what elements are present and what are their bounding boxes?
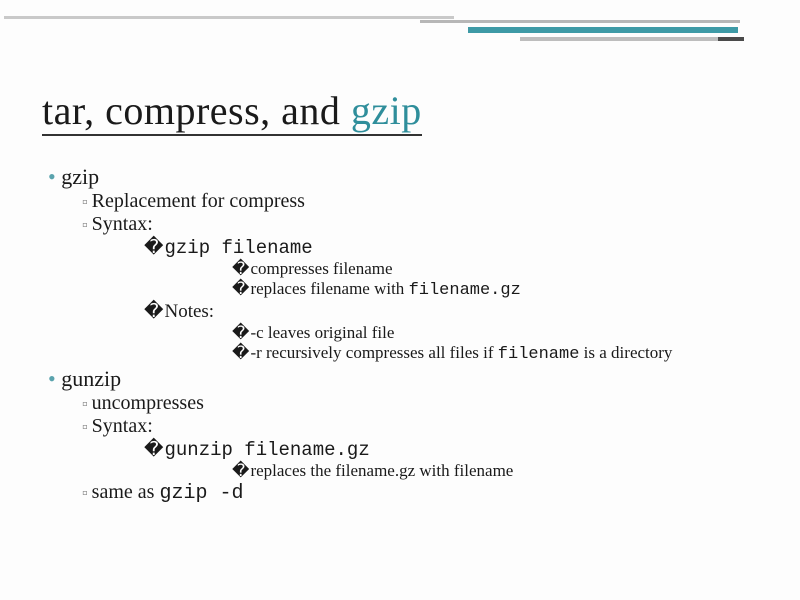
title-plain: tar, compress, and — [42, 88, 351, 133]
text: -r recursively compresses all files if — [250, 343, 497, 362]
note-r: -r recursively compresses all files if f… — [232, 343, 760, 364]
note-c: -c leaves original file — [232, 323, 760, 343]
gzip-syntax: Syntax: gzip filename compresses filenam… — [82, 213, 760, 364]
gzip-heading: gzip — [61, 164, 99, 189]
gzip-cmd: gzip filename compresses filename replac… — [144, 236, 760, 300]
text: replaces filename with — [250, 279, 408, 298]
slide-content: tar, compress, and gzip gzip Replacement… — [42, 90, 760, 507]
gunzip-cmd: gunzip filename.gz replaces the filename… — [144, 438, 760, 481]
decor-stripe — [520, 37, 738, 41]
gzip-cmd-detail: replaces filename with filename.gz — [232, 279, 760, 300]
text: same as — [92, 481, 160, 503]
gzip-cmd-text: gzip filename — [164, 237, 312, 259]
slide-title: tar, compress, and gzip — [42, 90, 760, 136]
slide: tar, compress, and gzip gzip Replacement… — [0, 0, 800, 600]
gzip-notes: Notes: -c leaves original file -r recurs… — [144, 300, 760, 364]
syntax-label: Syntax: — [92, 213, 153, 235]
gunzip-cmd-text: gunzip filename.gz — [164, 439, 369, 461]
decor-stripe — [420, 20, 740, 23]
gunzip-uncompresses: uncompresses — [82, 392, 760, 415]
decor-stripe — [468, 27, 738, 33]
gzip-d: gzip -d — [159, 482, 243, 505]
title-accent: gzip — [351, 88, 422, 133]
gunzip-cmd-detail: replaces the filename.gz with filename — [232, 461, 760, 481]
gzip-cmd-detail: compresses filename — [232, 259, 760, 279]
gunzip-heading: gunzip — [61, 366, 121, 391]
bullet-gunzip: gunzip uncompresses Syntax: gunzip filen… — [48, 366, 760, 505]
syntax-label: Syntax: — [92, 415, 153, 437]
gunzip-syntax: Syntax: gunzip filename.gz replaces the … — [82, 415, 760, 481]
filename: filename — [498, 345, 580, 364]
decor-stripe — [718, 37, 744, 41]
gunzip-same-as: same as gzip -d — [82, 481, 760, 505]
notes-label: Notes: — [164, 301, 214, 322]
decor-stripe — [4, 16, 454, 19]
text: is a directory — [579, 343, 672, 362]
bullet-list: gzip Replacement for compress Syntax: gz… — [48, 164, 760, 505]
filename-gz: filename.gz — [409, 281, 521, 300]
bullet-gzip: gzip Replacement for compress Syntax: gz… — [48, 164, 760, 364]
gzip-replacement: Replacement for compress — [82, 190, 760, 213]
